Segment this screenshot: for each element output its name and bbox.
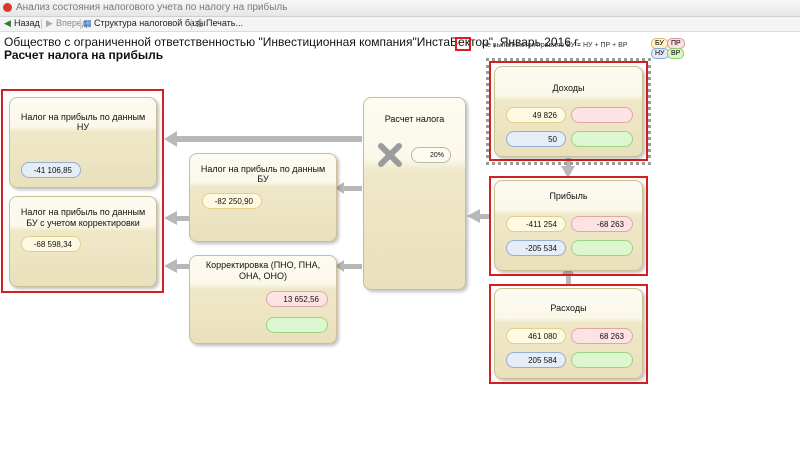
income-title: Доходы: [552, 83, 585, 93]
income-vr-value[interactable]: [571, 131, 633, 147]
tax-nu-value[interactable]: -41 106,85: [21, 162, 81, 178]
profit-card[interactable]: Прибыль -411 254 -68 263 -205 534: [494, 180, 643, 271]
disabled-x-icon: [378, 143, 402, 167]
expenses-pr-value[interactable]: 68 263: [571, 328, 633, 344]
income-nu-value[interactable]: 50: [506, 131, 566, 147]
profit-nu-value[interactable]: -205 534: [506, 240, 566, 256]
expenses-title: Расходы: [550, 303, 587, 313]
correction-title: Корректировка (ПНО, ПНА, ОНА, ОНО): [205, 260, 321, 281]
tax-nu-title: Налог на прибыль по данным НУ: [20, 112, 146, 132]
tax-rate-value[interactable]: 20%: [411, 147, 451, 163]
income-card[interactable]: Доходы 49 826 50: [494, 66, 643, 157]
profit-vr-value[interactable]: [571, 240, 633, 256]
tax-bu-card[interactable]: Налог на прибыль по данным БУ -82 250,90: [189, 153, 337, 242]
expenses-card[interactable]: Расходы 461 080 68 263 205 584: [494, 288, 643, 379]
profit-title: Прибыль: [549, 191, 588, 201]
tax-calc-title: Расчет налога: [384, 114, 445, 124]
tax-bu-corr-title: Налог на прибыль по данным БУ с учетом к…: [20, 207, 146, 228]
tax-calc-card[interactable]: Расчет налога 20%: [363, 97, 466, 290]
expenses-nu-value[interactable]: 205 584: [506, 352, 566, 368]
correction-card[interactable]: Корректировка (ПНО, ПНА, ОНА, ОНО) 13 65…: [189, 255, 337, 344]
correction-vr-value[interactable]: [266, 317, 328, 333]
income-bu-value[interactable]: 49 826: [506, 107, 566, 123]
tax-bu-value[interactable]: -82 250,90: [202, 193, 262, 209]
correction-pr-value[interactable]: 13 652,56: [266, 291, 328, 307]
tax-bu-corr-value[interactable]: -68 598,34: [21, 236, 81, 252]
expenses-vr-value[interactable]: [571, 352, 633, 368]
tax-bu-title: Налог на прибыль по данным БУ: [200, 164, 326, 184]
profit-bu-value[interactable]: -411 254: [506, 216, 566, 232]
expenses-bu-value[interactable]: 461 080: [506, 328, 566, 344]
income-pr-value[interactable]: [571, 107, 633, 123]
arrow-calc-to-nu: [176, 136, 362, 142]
tax-bu-corr-card[interactable]: Налог на прибыль по данным БУ с учетом к…: [9, 196, 157, 287]
tax-nu-card[interactable]: Налог на прибыль по данным НУ -41 106,85: [9, 97, 157, 188]
profit-pr-value[interactable]: -68 263: [571, 216, 633, 232]
